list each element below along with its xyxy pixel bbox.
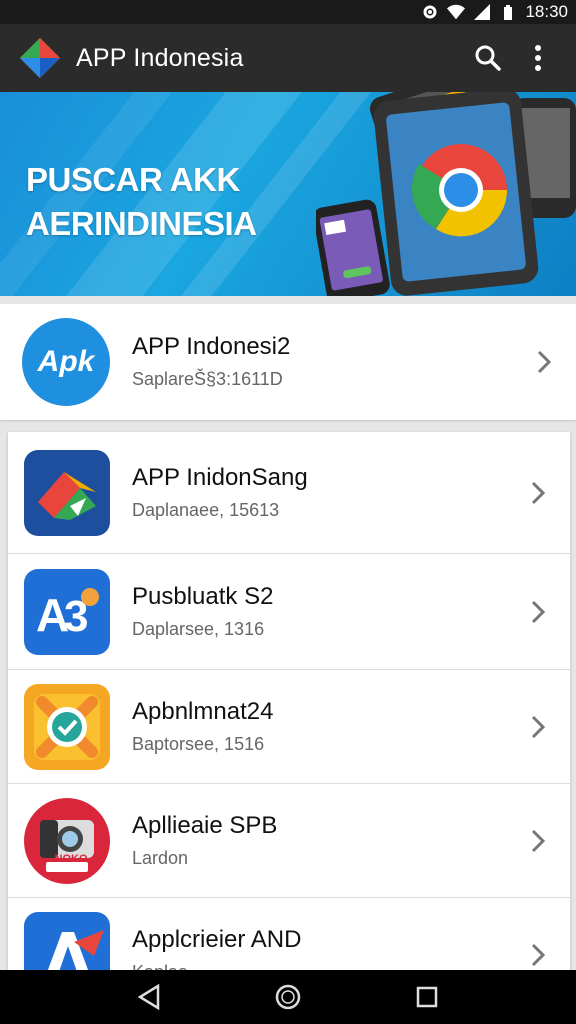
list-item-title: Pusbluatk S2	[132, 582, 274, 610]
banner-line-1: PUSCAR AKK	[26, 161, 240, 198]
list-item-subtitle: Lardon	[132, 847, 189, 868]
app-title: APP Indonesia	[76, 43, 244, 72]
system-nav-bar	[0, 970, 576, 1024]
settings-notification-icon	[421, 3, 439, 21]
maps-icon	[24, 449, 110, 536]
phones-illustration	[316, 92, 576, 296]
chevron-right-icon	[518, 707, 558, 747]
chevron-right-icon	[524, 342, 564, 382]
a-arrow-icon	[24, 912, 110, 972]
featured-app-icon: Apk	[22, 318, 110, 406]
wifi-icon	[447, 3, 466, 21]
status-time: 18:30	[525, 2, 568, 21]
list-item-subtitle: Baptorsee, 1516	[132, 733, 265, 754]
list-item[interactable]: Apbnlmnat24 Baptorsee, 1516	[8, 670, 570, 784]
search-button[interactable]	[466, 36, 510, 80]
camera-icon-label: NOKO	[54, 853, 88, 865]
list-item[interactable]: Apllieaie SPB Lardon	[8, 784, 570, 898]
list-item-subtitle: Daplarsee, 1316	[132, 618, 265, 639]
chevron-right-icon	[518, 592, 558, 632]
promo-banner[interactable]: PUSCAR AKK AERINDINESIA	[0, 92, 576, 296]
back-triangle-icon	[137, 984, 160, 1010]
banner-line-2: AERINDINESIA	[26, 205, 257, 242]
list-item[interactable]: Applcrieier AND Kaplaa	[8, 898, 570, 972]
list-item-title: Apbnlmnat24	[132, 697, 274, 725]
more-vert-icon	[535, 45, 541, 71]
chevron-right-icon	[518, 821, 558, 861]
overflow-menu-button[interactable]	[516, 36, 560, 80]
list-item[interactable]: APP InidonSang Daplanaee, 15613	[8, 432, 570, 554]
list-item[interactable]: A 3 Pusbluatk S2 Daplarsee, 1316	[8, 554, 570, 670]
featured-app-row[interactable]: Apk APP Indonesi2 SaplareŠ§3:1611D	[0, 304, 576, 420]
featured-app-subtitle: SaplareŠ§3:1611D	[132, 369, 283, 389]
checkmark-badge-icon	[24, 683, 110, 770]
search-icon	[475, 45, 501, 71]
status-bar: 18:30	[0, 0, 576, 24]
chevron-right-icon	[518, 473, 558, 513]
app-logo-icon	[18, 36, 62, 80]
battery-icon	[499, 3, 517, 21]
camera-icon	[24, 797, 110, 884]
list-item-title: Applcrieier AND	[132, 926, 302, 953]
app-bar: APP Indonesia	[0, 24, 576, 92]
cell-signal-icon	[473, 3, 491, 21]
recents-square-icon	[416, 986, 437, 1008]
recents-button[interactable]	[407, 977, 447, 1017]
featured-app-icon-text: Apk	[37, 345, 95, 378]
back-button[interactable]	[129, 977, 169, 1017]
chevron-right-icon	[518, 935, 558, 972]
home-button[interactable]	[268, 977, 308, 1017]
a-logo-icon: A 3	[24, 568, 110, 655]
app-list: APP InidonSang Daplanaee, 15613 A 3 Pusb…	[8, 432, 570, 972]
list-item-subtitle: Daplanaee, 15613	[132, 499, 280, 520]
list-item-title: Apllieaie SPB	[132, 811, 278, 839]
list-item-title: APP InidonSang	[132, 463, 308, 491]
home-circle-icon	[275, 984, 301, 1010]
banner-headline: PUSCAR AKK AERINDINESIA	[26, 158, 257, 246]
featured-app-title: APP Indonesi2	[132, 333, 291, 360]
